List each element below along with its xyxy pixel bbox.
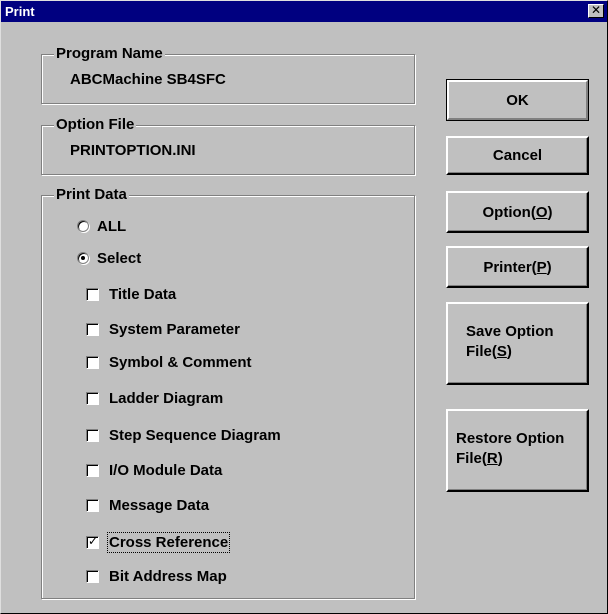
- checkbox-step-sequence-diagram-box[interactable]: [86, 428, 99, 442]
- checkbox-ladder-diagram-box[interactable]: [86, 391, 99, 405]
- print-data-label: Print Data: [54, 186, 129, 204]
- print-data-group: Print Data ALL Select Title Data System …: [41, 186, 415, 599]
- radio-select-label: Select: [97, 249, 142, 267]
- ok-button[interactable]: OK: [446, 79, 589, 121]
- radio-select-button[interactable]: [77, 252, 89, 264]
- checkbox-message-data-box[interactable]: [86, 498, 99, 512]
- checkbox-bit-address-map[interactable]: Bit Address Map: [86, 565, 227, 587]
- radio-selected-dot: [81, 256, 85, 260]
- radio-all-label: ALL: [97, 217, 127, 235]
- check-mark-icon: ✓: [88, 533, 99, 548]
- save-option-file-label-line1: Save Option: [466, 323, 554, 340]
- checkbox-message-data[interactable]: Message Data: [86, 494, 209, 516]
- checkbox-io-module-data-label: I/O Module Data: [109, 461, 223, 479]
- checkbox-symbol-comment-label: Symbol & Comment: [109, 353, 252, 371]
- checkbox-io-module-data-box[interactable]: [86, 463, 99, 477]
- checkbox-ladder-diagram-label: Ladder Diagram: [109, 389, 224, 407]
- option-file-group: Option File PRINTOPTION.INI: [41, 116, 415, 175]
- checkbox-title-data-label: Title Data: [109, 285, 177, 303]
- restore-option-file-label-line2: File(R): [456, 450, 503, 467]
- checkbox-symbol-comment[interactable]: Symbol & Comment: [86, 351, 252, 373]
- checkbox-system-parameter[interactable]: System Parameter: [86, 318, 240, 340]
- cancel-button[interactable]: Cancel: [446, 136, 589, 175]
- checkbox-bit-address-map-box[interactable]: [86, 569, 99, 583]
- option-button-label: Option(O): [482, 203, 553, 221]
- checkbox-step-sequence-diagram-label: Step Sequence Diagram: [109, 426, 281, 444]
- program-name-value: ABCMachine SB4SFC: [70, 71, 226, 88]
- radio-all-button[interactable]: [77, 220, 89, 232]
- checkbox-step-sequence-diagram[interactable]: Step Sequence Diagram: [86, 424, 281, 446]
- checkbox-ladder-diagram[interactable]: Ladder Diagram: [86, 387, 223, 409]
- radio-all[interactable]: ALL: [77, 215, 126, 237]
- checkbox-system-parameter-box[interactable]: [86, 322, 99, 336]
- print-dialog: Print ✕ Program Name ABCMachine SB4SFC O…: [0, 0, 608, 614]
- checkbox-io-module-data[interactable]: I/O Module Data: [86, 459, 222, 481]
- checkbox-symbol-comment-box[interactable]: [86, 355, 99, 369]
- cancel-button-label: Cancel: [492, 147, 543, 164]
- checkbox-system-parameter-label: System Parameter: [109, 320, 240, 338]
- restore-option-file-label-line1: Restore Option: [456, 430, 565, 447]
- checkbox-cross-reference-label: Cross Reference: [106, 531, 231, 553]
- restore-option-file-button[interactable]: Restore Option File(R): [446, 409, 589, 492]
- close-button[interactable]: ✕: [588, 4, 604, 18]
- checkbox-message-data-label: Message Data: [109, 496, 210, 514]
- close-icon: ✕: [590, 3, 602, 17]
- option-file-label: Option File: [54, 116, 137, 134]
- printer-button-label: Printer(P): [483, 258, 552, 276]
- option-file-value: PRINTOPTION.INI: [70, 142, 196, 159]
- save-option-file-label-line2: File(S): [466, 343, 512, 360]
- printer-button[interactable]: Printer(P): [446, 246, 589, 288]
- checkbox-cross-reference[interactable]: ✓ Cross Reference: [86, 531, 231, 553]
- option-button[interactable]: Option(O): [446, 191, 589, 233]
- radio-select[interactable]: Select: [77, 247, 141, 269]
- checkbox-title-data[interactable]: Title Data: [86, 283, 176, 305]
- ok-button-label: OK: [506, 91, 529, 109]
- title-bar[interactable]: Print ✕: [1, 1, 607, 22]
- program-name-group: Program Name ABCMachine SB4SFC: [41, 45, 415, 104]
- checkbox-title-data-box[interactable]: [86, 287, 99, 301]
- program-name-label: Program Name: [54, 45, 165, 63]
- save-option-file-button[interactable]: Save Option File(S): [446, 302, 589, 385]
- window-title: Print: [5, 4, 35, 19]
- checkbox-bit-address-map-label: Bit Address Map: [109, 567, 227, 585]
- checkbox-cross-reference-box[interactable]: ✓: [86, 533, 99, 549]
